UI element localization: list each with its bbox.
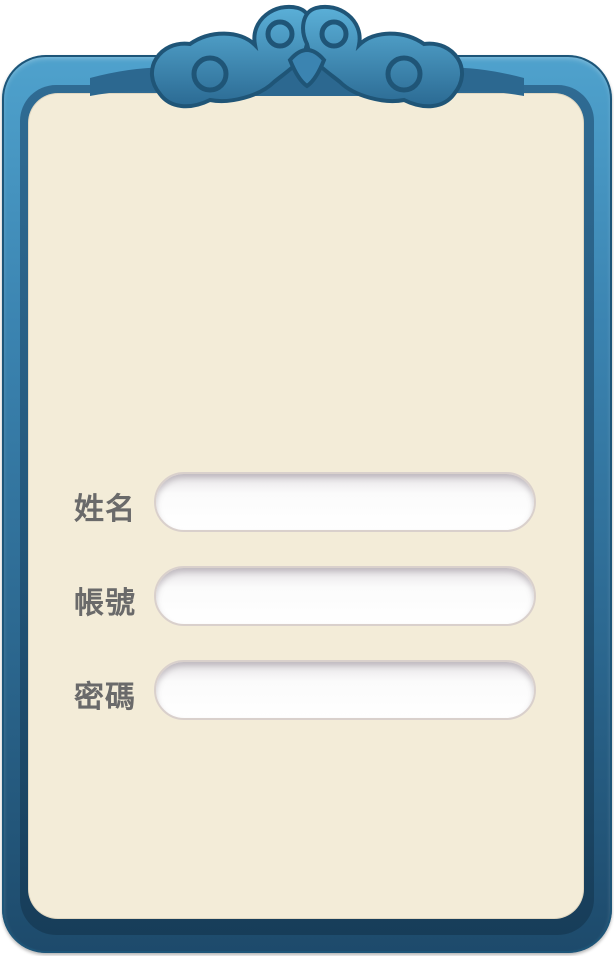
field-row-password: 密碼 bbox=[60, 660, 540, 722]
account-label: 帳號 bbox=[74, 586, 136, 621]
password-input[interactable] bbox=[154, 660, 536, 720]
name-label: 姓名 bbox=[74, 492, 136, 527]
field-row-account: 帳號 bbox=[60, 566, 540, 628]
account-input[interactable] bbox=[154, 566, 536, 626]
password-label: 密碼 bbox=[74, 680, 136, 715]
field-row-name: 姓名 bbox=[60, 472, 540, 534]
name-input[interactable] bbox=[154, 472, 536, 532]
ornate-cloud-crest-icon bbox=[90, 4, 524, 109]
